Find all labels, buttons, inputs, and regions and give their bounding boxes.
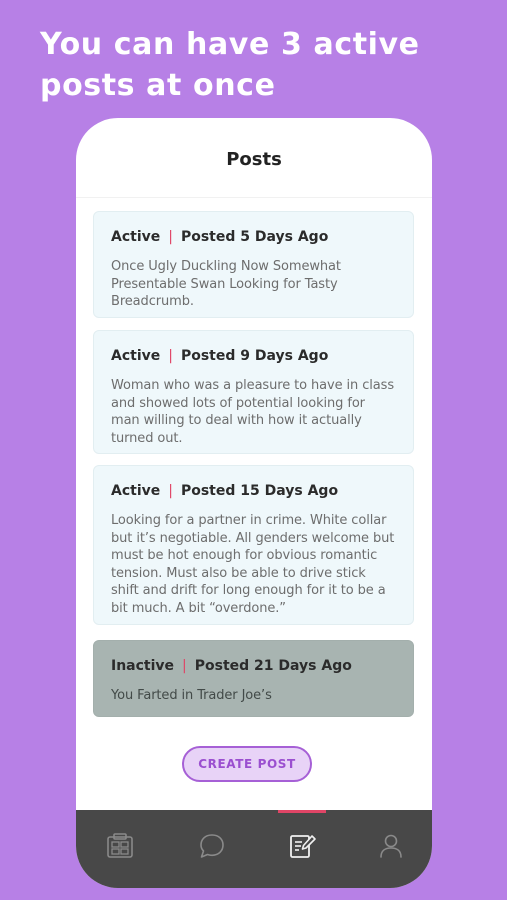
post-card-1[interactable]: Active | Posted 5 Days Ago Once Ugly Duckl…: [93, 211, 414, 318]
posts-edit-icon: [290, 835, 316, 858]
create-post-button[interactable]: CREATE POST: [182, 746, 312, 782]
post-date: Posted 21 Days Ago: [194, 658, 352, 674]
active-tab-indicator: [278, 810, 326, 813]
post-status: Active: [111, 348, 161, 364]
post-status: Active: [111, 229, 161, 245]
post-date: Posted 5 Days Ago: [180, 229, 329, 245]
post-status: Inactive: [111, 658, 175, 674]
tab-posts[interactable]: [284, 828, 320, 864]
separator: |: [168, 229, 173, 245]
tab-chat[interactable]: [194, 828, 230, 864]
post-text: Woman who was a pleasure to have in clas…: [111, 378, 395, 446]
separator: |: [182, 658, 187, 674]
post-text: Looking for a partner in crime. White co…: [111, 513, 395, 616]
post-card-4[interactable]: Inactive | Posted 21 Days Ago You Farted i…: [93, 640, 414, 717]
post-card-3[interactable]: Active | Posted 15 Days Ago Looking for a …: [93, 465, 414, 625]
post-card-2[interactable]: Active | Posted 9 Days Ago Woman who was a…: [93, 330, 414, 454]
post-text: You Farted in Trader Joe’s: [111, 688, 272, 703]
tab-bar: [76, 810, 432, 888]
chat-bubble-icon: [200, 834, 224, 858]
separator: |: [168, 348, 173, 364]
post-header: Active | Posted 15 Days Ago: [111, 483, 397, 503]
separator: |: [168, 483, 173, 499]
promo-headline: You can have 3 active posts at once: [40, 27, 420, 103]
post-date: Posted 9 Days Ago: [180, 348, 329, 364]
tab-cards[interactable]: [102, 828, 138, 864]
post-header: Active | Posted 5 Days Ago: [111, 229, 397, 249]
phone-screen: Posts Active | Posted 5 Days Ago Once Ugly…: [76, 118, 432, 888]
post-header: Active | Posted 9 Days Ago: [111, 348, 397, 368]
post-date: Posted 15 Days Ago: [180, 483, 339, 499]
post-status: Active: [111, 483, 161, 499]
cards-icon: [107, 833, 133, 858]
screen-header: Posts: [76, 118, 432, 198]
tab-profile[interactable]: [373, 828, 409, 864]
post-header: Inactive | Posted 21 Days Ago: [111, 658, 397, 678]
profile-icon: [380, 834, 402, 858]
post-text: Once Ugly Duckling Now Somewhat Presenta…: [111, 259, 341, 309]
page-title: Posts: [226, 149, 282, 170]
